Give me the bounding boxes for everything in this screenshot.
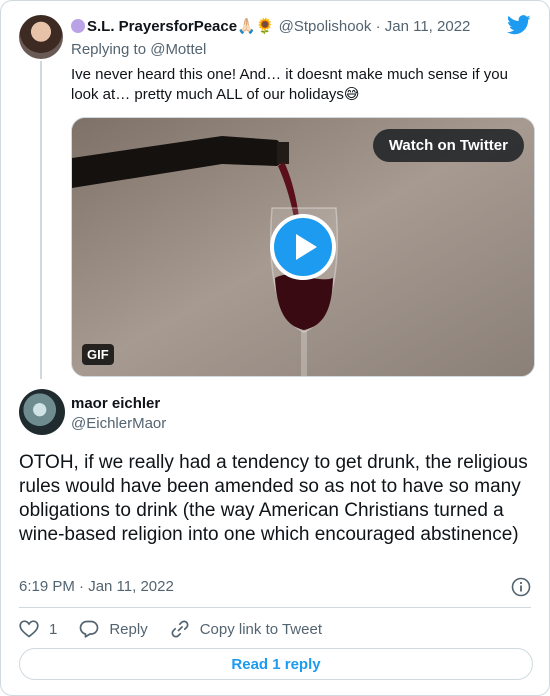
heart-icon [19,620,39,638]
parent-tweet-header: S.L. PrayersforPeace🙏🏻🌻 @Stpolishook · J… [71,17,470,35]
name-emojis: 🙏🏻🌻 [237,18,275,35]
tweet-actions: 1 Reply Copy link to Tweet [19,618,344,640]
actions-divider [19,607,531,608]
copy-link-label: Copy link to Tweet [199,620,322,638]
play-icon[interactable] [270,214,336,280]
twitter-bird-icon[interactable] [507,15,531,35]
reply-bubble-icon [79,620,99,638]
like-button[interactable]: 1 [19,620,57,638]
parent-tweet-text: Ive never heard this one! And… it doesnt… [71,66,508,103]
parent-author-name[interactable]: S.L. PrayersforPeace [87,18,237,35]
main-author-avatar[interactable] [19,389,65,435]
gif-media[interactable]: Watch on Twitter GIF [71,117,535,377]
link-icon [171,620,189,638]
purple-circle-icon [71,19,85,33]
watch-on-twitter-button[interactable]: Watch on Twitter [372,129,524,162]
thread-connector [40,61,42,379]
replying-to-label[interactable]: Replying to @Mottel [71,41,206,58]
parent-author-handle[interactable]: @Stpolishook [279,18,372,35]
tweet-embed-card: S.L. PrayersforPeace🙏🏻🌻 @Stpolishook · J… [0,0,550,696]
main-author-handle[interactable]: @EichlerMaor [71,415,166,432]
parent-tweet-date[interactable]: Jan 11, 2022 [385,18,471,35]
main-tweet-text: OTOH, if we really had a tendency to get… [19,452,528,545]
copy-link-button[interactable]: Copy link to Tweet [170,620,322,638]
main-tweet-timestamp[interactable]: 6:19 PM · Jan 11, 2022 [19,578,174,595]
gif-badge: GIF [82,344,114,365]
main-author-name[interactable]: maor eichler [71,395,160,412]
read-replies-button[interactable]: Read 1 reply [19,648,533,680]
info-icon[interactable] [511,577,531,597]
reply-label: Reply [109,620,148,638]
like-count: 1 [49,620,58,638]
header-separator: · [375,18,381,35]
reply-button[interactable]: Reply [79,620,148,638]
parent-author-avatar[interactable] [19,15,63,59]
